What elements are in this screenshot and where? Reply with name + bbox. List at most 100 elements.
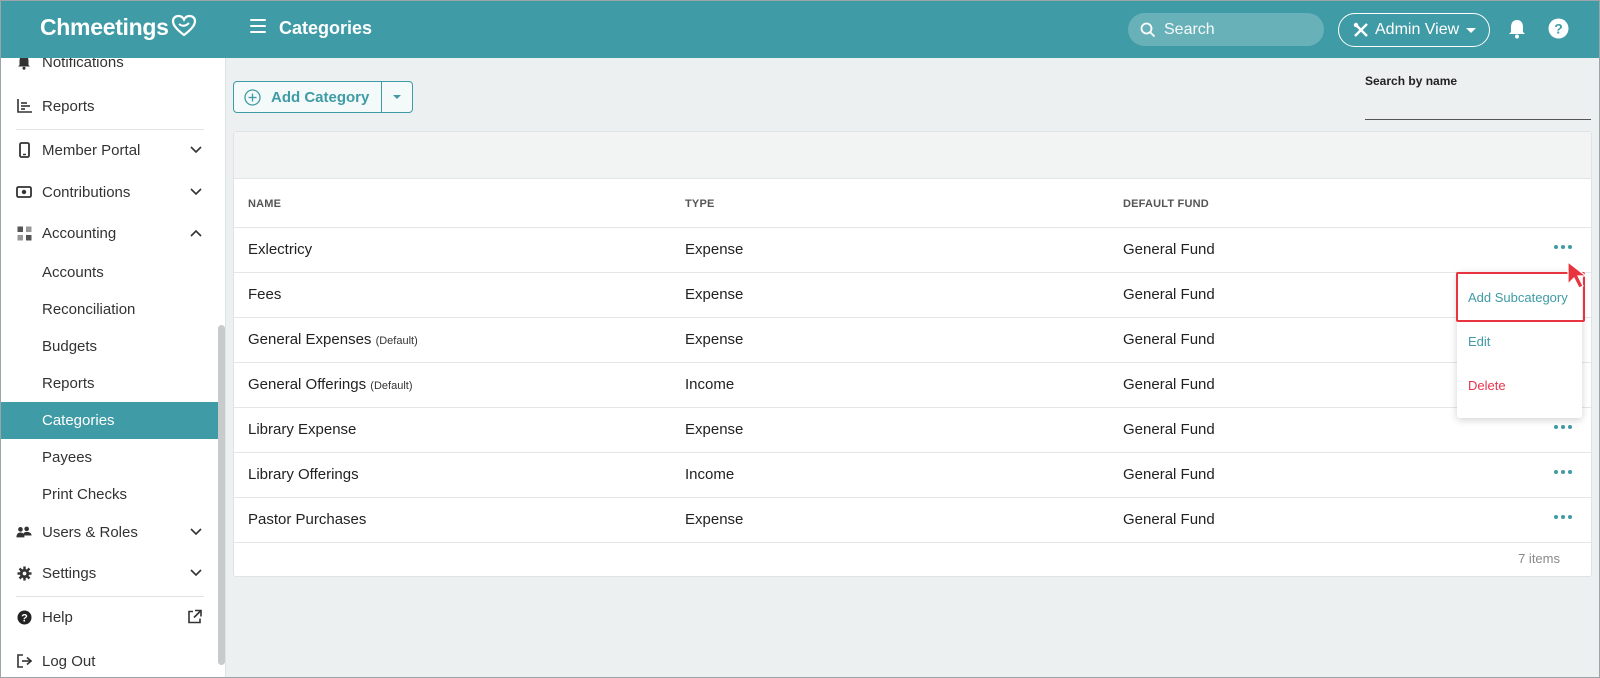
sidebar-item-notifications[interactable]: Notifications — [0, 58, 218, 82]
more-actions-icon[interactable] — [1554, 245, 1572, 249]
default-tag: (Default) — [370, 380, 413, 392]
table-row[interactable]: General Expenses (Default) Expense Gener… — [234, 318, 1591, 363]
notifications-bell-icon[interactable] — [1508, 19, 1526, 39]
cell-type: Expense — [685, 511, 744, 528]
table-row[interactable]: Library Expense Expense General Fund — [234, 408, 1591, 453]
cell-name: Library Expense — [248, 421, 356, 438]
sidebar-subitem-reports[interactable]: Reports — [0, 365, 218, 402]
category-name: General Offerings — [248, 376, 367, 393]
cell-default-fund: General Fund — [1123, 241, 1215, 258]
add-category-button[interactable]: Add Category — [234, 82, 383, 112]
cell-type: Expense — [685, 286, 744, 303]
sidebar-subitem-label: Categories — [42, 412, 115, 429]
column-header-default-fund[interactable]: DEFAULT FUND — [1123, 198, 1209, 210]
sidebar-item-help[interactable]: ? Help — [0, 597, 218, 637]
sidebar-item-reports[interactable]: Reports — [0, 86, 218, 126]
sidebar-subitem-reconciliation[interactable]: Reconciliation — [0, 291, 218, 328]
sidebar-subitem-label: Payees — [42, 449, 93, 466]
sidebar-subitem-payees[interactable]: Payees — [0, 439, 218, 476]
tools-icon — [1353, 22, 1368, 37]
help-icon: ? — [16, 609, 32, 625]
table-row[interactable]: Fees Expense General Fund — [234, 273, 1591, 318]
column-header-type[interactable]: TYPE — [685, 198, 715, 210]
sidebar-subitem-categories[interactable]: Categories — [0, 402, 218, 439]
table-row[interactable]: Pastor Purchases Expense General Fund — [234, 498, 1591, 543]
svg-text:?: ? — [1554, 21, 1563, 37]
logout-icon — [16, 653, 32, 669]
more-actions-icon[interactable] — [1554, 425, 1572, 429]
search-by-name-input[interactable] — [1365, 92, 1591, 120]
phone-icon — [16, 142, 32, 158]
sidebar-subitem-budgets[interactable]: Budgets — [0, 328, 218, 365]
sidebar-item-settings[interactable]: Settings — [0, 553, 218, 593]
cell-default-fund: General Fund — [1123, 376, 1215, 393]
category-name: Exlectricy — [248, 241, 313, 258]
table-row[interactable]: Library Offerings Income General Fund — [234, 453, 1591, 498]
app-logo[interactable]: Chmeetings — [40, 14, 197, 41]
sidebar-item-label: Accounting — [42, 224, 117, 242]
cell-default-fund: General Fund — [1123, 466, 1215, 483]
sidebar-subitem-label: Reconciliation — [42, 301, 136, 318]
categories-table-card: NAME TYPE DEFAULT FUND Exlectricy Expens… — [233, 131, 1592, 577]
chevron-down-icon — [1466, 27, 1477, 33]
svg-text:?: ? — [21, 612, 28, 624]
category-name: Fees — [248, 286, 282, 303]
cell-type: Income — [685, 466, 735, 483]
sidebar-item-member-portal[interactable]: Member Portal — [0, 130, 218, 170]
global-search-input[interactable]: Search — [1128, 13, 1324, 46]
admin-view-label: Admin View — [1375, 21, 1460, 38]
search-placeholder: Search — [1164, 20, 1215, 38]
cell-name: Pastor Purchases — [248, 511, 366, 528]
sidebar-item-label: Notifications — [42, 58, 124, 71]
cell-default-fund: General Fund — [1123, 511, 1215, 528]
cursor-arrow-icon — [1567, 260, 1588, 289]
sidebar-item-logout[interactable]: Log Out — [0, 641, 218, 678]
sidebar-item-label: Settings — [42, 564, 97, 582]
cell-name: Exlectricy — [248, 241, 312, 258]
sidebar-item-users-roles[interactable]: Users & Roles — [0, 512, 218, 552]
default-tag: (Default) — [375, 335, 418, 347]
search-icon — [1140, 22, 1156, 37]
admin-view-button[interactable]: Admin View — [1338, 13, 1490, 47]
table-row[interactable]: Exlectricy Expense General Fund — [234, 228, 1591, 273]
sidebar-item-contributions[interactable]: Contributions — [0, 172, 218, 212]
cell-type: Income — [685, 376, 735, 393]
grid-icon — [16, 225, 32, 241]
sidebar-item-accounting[interactable]: Accounting — [0, 213, 218, 253]
sidebar-item-label: Contributions — [42, 183, 131, 201]
top-bar: Chmeetings Categories Search Admin View … — [0, 0, 1600, 58]
sidebar-subitem-label: Print Checks — [42, 486, 128, 503]
gear-icon — [16, 565, 32, 581]
sidebar-item-label: Help — [42, 608, 73, 626]
search-by-name-label: Search by name — [1365, 74, 1458, 88]
item-count: 7 items — [1518, 551, 1560, 566]
edit-menu-item[interactable]: Edit — [1457, 319, 1582, 363]
more-actions-icon[interactable] — [1554, 515, 1572, 519]
sidebar-subitem-print-checks[interactable]: Print Checks — [0, 476, 218, 513]
column-header-name[interactable]: NAME — [248, 198, 281, 210]
category-name: Pastor Purchases — [248, 511, 367, 528]
caret-down-icon — [393, 95, 402, 99]
external-link-icon — [188, 609, 202, 624]
hamburger-menu-icon[interactable] — [250, 19, 266, 35]
sidebar-subitem-accounts[interactable]: Accounts — [0, 254, 218, 291]
table-row[interactable]: General Offerings (Default) Income Gener… — [234, 363, 1591, 408]
chevron-down-icon — [190, 146, 202, 154]
cell-default-fund: General Fund — [1123, 421, 1215, 438]
cell-name: General Offerings (Default) — [248, 376, 412, 393]
cell-name: Fees — [248, 286, 281, 303]
cell-type: Expense — [685, 421, 744, 438]
help-circle-icon[interactable]: ? — [1548, 18, 1569, 39]
more-actions-icon[interactable] — [1554, 470, 1572, 474]
cell-default-fund: General Fund — [1123, 286, 1215, 303]
add-category-dropdown-toggle[interactable] — [382, 82, 412, 112]
sidebar-item-label: Member Portal — [42, 141, 141, 159]
money-icon — [16, 184, 32, 200]
sidebar-item-label: Log Out — [42, 652, 96, 670]
category-name: Library Offerings — [248, 466, 359, 483]
delete-menu-item[interactable]: Delete — [1457, 363, 1582, 407]
chevron-up-icon — [190, 229, 202, 237]
logo-heart-icon — [171, 14, 196, 36]
cell-default-fund: General Fund — [1123, 331, 1215, 348]
sidebar-scrollbar[interactable] — [218, 325, 225, 665]
